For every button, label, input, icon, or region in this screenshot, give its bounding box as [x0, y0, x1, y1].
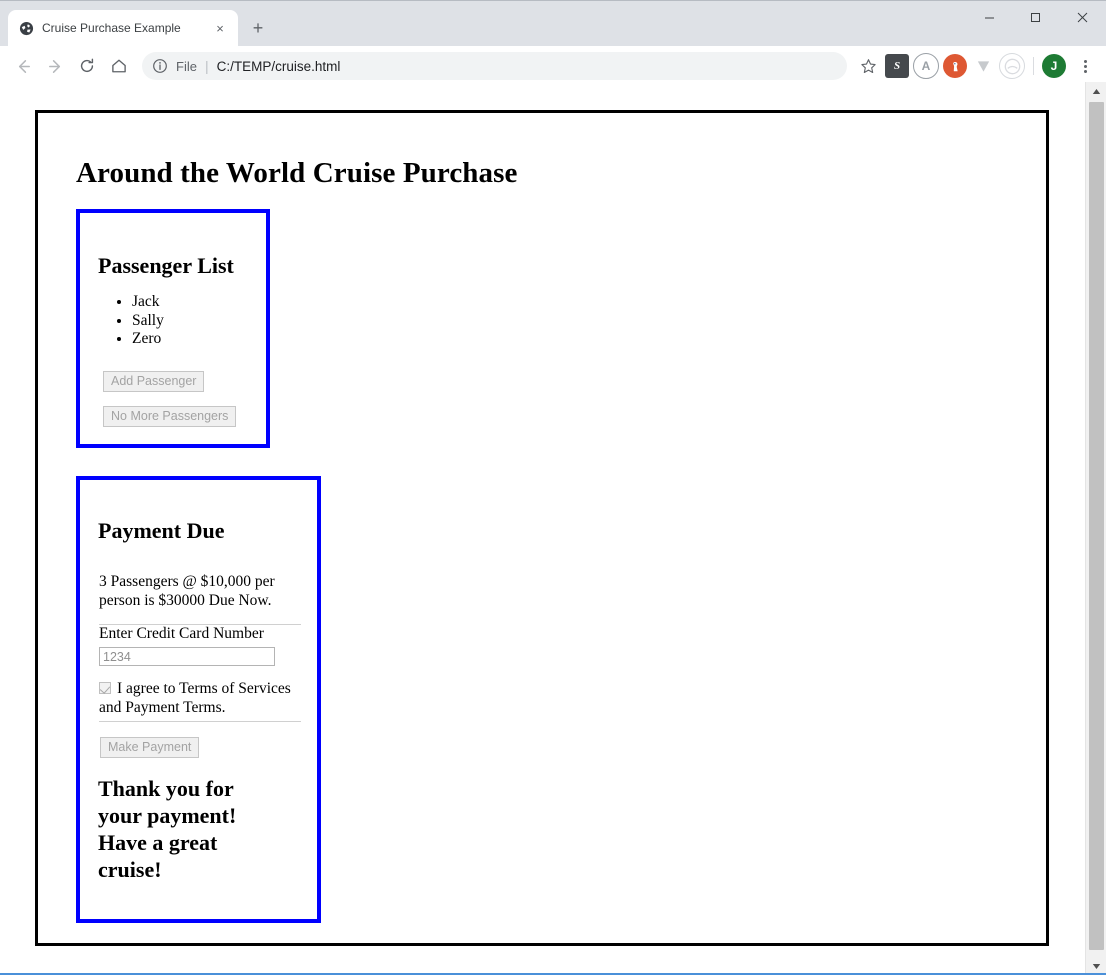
address-bar[interactable]: File | C:/TEMP/cruise.html — [142, 52, 847, 80]
page-viewport: Around the World Cruise Purchase Passeng… — [0, 82, 1106, 975]
info-circle-icon[interactable] — [152, 58, 168, 74]
list-item: Sally — [132, 312, 266, 331]
agree-terms-label: I agree to Terms of Services and Payment… — [99, 680, 291, 716]
chrome-menu-icon[interactable] — [1072, 53, 1098, 79]
tab-strip: Cruise Purchase Example × + — [0, 1, 272, 46]
gray-circle-extension-icon[interactable] — [999, 53, 1025, 79]
extension-icons: S A J — [883, 53, 1098, 79]
window-controls — [966, 1, 1106, 33]
agree-terms-checkbox[interactable] — [99, 682, 111, 694]
bookmark-star-icon[interactable] — [855, 53, 881, 79]
amount-due-text: 3 Passengers @ $10,000 per person is $30… — [99, 573, 275, 609]
payment-due-heading: Payment Due — [98, 518, 225, 543]
close-icon[interactable]: × — [212, 20, 228, 36]
title-bar: Cruise Purchase Example × + — [0, 0, 1106, 46]
divider — [99, 721, 301, 722]
home-icon[interactable] — [104, 51, 134, 81]
url-text[interactable]: C:/TEMP/cruise.html — [217, 59, 341, 74]
page-title: Around the World Cruise Purchase — [76, 157, 518, 189]
browser-window: Cruise Purchase Example × + File | C:/TE… — [0, 0, 1106, 975]
add-passenger-button[interactable]: Add Passenger — [103, 371, 205, 392]
tab-cruise-purchase-example[interactable]: Cruise Purchase Example × — [8, 10, 238, 46]
list-item: Zero — [132, 330, 266, 349]
s-extension-icon[interactable]: S — [885, 54, 909, 78]
scroll-up-arrow-icon[interactable] — [1086, 82, 1106, 100]
passenger-list: Jack Sally Zero — [80, 293, 266, 349]
vertical-scrollbar[interactable] — [1085, 82, 1106, 975]
v-extension-icon[interactable] — [971, 54, 995, 78]
globe-icon — [18, 20, 34, 36]
page-content: Around the World Cruise Purchase Passeng… — [35, 110, 1049, 946]
scrollbar-thumb[interactable] — [1089, 102, 1104, 950]
omnibox-separator: | — [204, 58, 209, 74]
window-close-button[interactable] — [1058, 1, 1106, 33]
list-item: Jack — [132, 293, 266, 312]
minimize-button[interactable] — [966, 1, 1012, 33]
maximize-button[interactable] — [1012, 1, 1058, 33]
duckduckgo-extension-icon[interactable] — [943, 54, 967, 78]
thank-you-message: Thank you for your payment! Have a great… — [98, 776, 237, 882]
browser-toolbar: File | C:/TEMP/cruise.html S A J — [0, 46, 1106, 87]
credit-card-label: Enter Credit Card Number — [99, 625, 264, 642]
reload-icon[interactable] — [72, 51, 102, 81]
passenger-list-heading: Passenger List — [98, 253, 234, 278]
make-payment-button[interactable]: Make Payment — [100, 737, 200, 758]
scheme-label: File — [176, 58, 197, 74]
passenger-list-panel: Passenger List Jack Sally Zero Add Passe… — [76, 209, 270, 448]
agree-terms-row[interactable]: I agree to Terms of Services and Payment… — [99, 680, 305, 717]
new-tab-button[interactable]: + — [244, 14, 272, 42]
credit-card-input[interactable] — [99, 647, 275, 666]
payment-due-panel: Payment Due 3 Passengers @ $10,000 per p… — [76, 476, 321, 923]
toolbar-divider — [1033, 57, 1034, 75]
forward-icon[interactable] — [40, 51, 70, 81]
back-icon[interactable] — [8, 51, 38, 81]
avatar[interactable]: J — [1042, 54, 1066, 78]
tab-title: Cruise Purchase Example — [42, 21, 181, 35]
no-more-passengers-button[interactable]: No More Passengers — [103, 406, 237, 427]
a-extension-icon[interactable]: A — [913, 53, 939, 79]
